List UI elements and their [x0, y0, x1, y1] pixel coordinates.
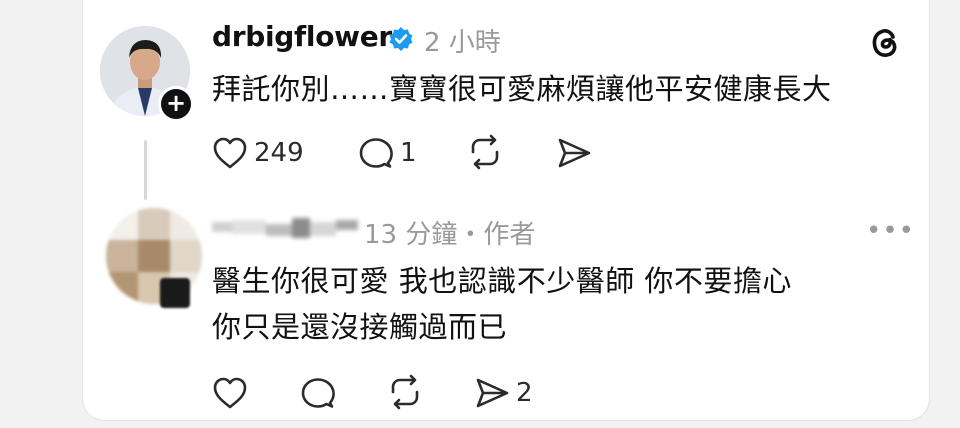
thread-connector-line — [144, 140, 147, 200]
reply-share-button[interactable]: 2 — [474, 376, 533, 410]
reply-timestamp: 13 分鐘・作者 — [364, 220, 536, 250]
heart-icon — [213, 377, 247, 409]
reply-like-button[interactable] — [212, 376, 248, 410]
repost-button[interactable] — [466, 134, 504, 170]
reply-repost-button[interactable] — [386, 374, 424, 410]
like-count: 249 — [254, 138, 304, 168]
repost-icon — [471, 134, 499, 170]
thread-card — [82, 0, 930, 421]
reply-text-line1: 醫生你很可愛 我也認識不少醫師 你不要擔心 — [212, 264, 792, 298]
reply-username-redacted — [212, 214, 358, 244]
threads-logo-icon[interactable] — [866, 24, 904, 62]
reply-button[interactable]: 1 — [358, 136, 417, 170]
comment-icon — [301, 378, 335, 408]
send-icon — [476, 378, 509, 408]
share-count: 2 — [516, 378, 533, 408]
more-options-icon[interactable]: ••• — [866, 216, 915, 246]
comment-icon — [359, 138, 393, 168]
repost-icon — [391, 374, 419, 410]
reply-count: 1 — [400, 138, 417, 168]
reply-comment-button[interactable] — [300, 376, 336, 410]
username[interactable]: drbigflower — [212, 20, 392, 53]
verified-badge-icon — [388, 26, 414, 52]
share-button[interactable] — [556, 136, 592, 170]
like-button[interactable]: 249 — [212, 136, 304, 170]
reply-text: 醫生你很可愛 我也認識不少醫師 你不要擔心 你只是還沒接觸過而已 — [212, 258, 792, 350]
follow-plus-icon[interactable]: + — [158, 86, 194, 122]
post-text: 拜託你別……寶寶很可愛麻煩讓他平安健康長大 — [212, 72, 832, 106]
heart-icon — [213, 137, 247, 169]
send-icon — [558, 138, 591, 168]
post-timestamp: 2 小時 — [424, 28, 501, 58]
reply-avatar-badge — [160, 278, 190, 308]
reply-text-line2: 你只是還沒接觸過而已 — [212, 310, 508, 344]
